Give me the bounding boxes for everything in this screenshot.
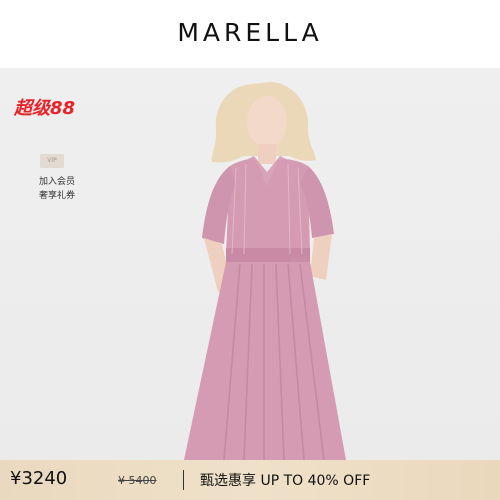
- vip-card-icon[interactable]: VIP: [40, 154, 64, 168]
- product-image[interactable]: 超级88 VIP 加入会员 奢享礼券: [0, 68, 500, 460]
- face: [247, 96, 287, 148]
- price-bar: ¥3240 ¥ 5400 甄选惠享 UP TO 40% OFF: [0, 460, 500, 500]
- original-price: ¥ 5400: [118, 474, 157, 487]
- brand-logo: MARELLA: [177, 18, 323, 47]
- vip-member-text[interactable]: 加入会员 奢享礼券: [22, 175, 92, 203]
- vip-line-2: 奢享礼券: [38, 191, 75, 201]
- skirt: [184, 262, 346, 460]
- right-arm: [310, 234, 332, 280]
- vip-badge-text: VIP: [47, 157, 57, 164]
- neck: [258, 144, 276, 164]
- promo-text: 甄选惠享 UP TO 40% OFF: [200, 473, 371, 489]
- promo-badge: 超级88: [14, 98, 76, 119]
- current-price: ¥3240: [10, 468, 68, 489]
- footer-divider: [183, 470, 184, 490]
- header: MARELLA: [0, 0, 500, 68]
- vip-line-1: 加入会员: [38, 177, 75, 187]
- model-photo: [184, 82, 346, 460]
